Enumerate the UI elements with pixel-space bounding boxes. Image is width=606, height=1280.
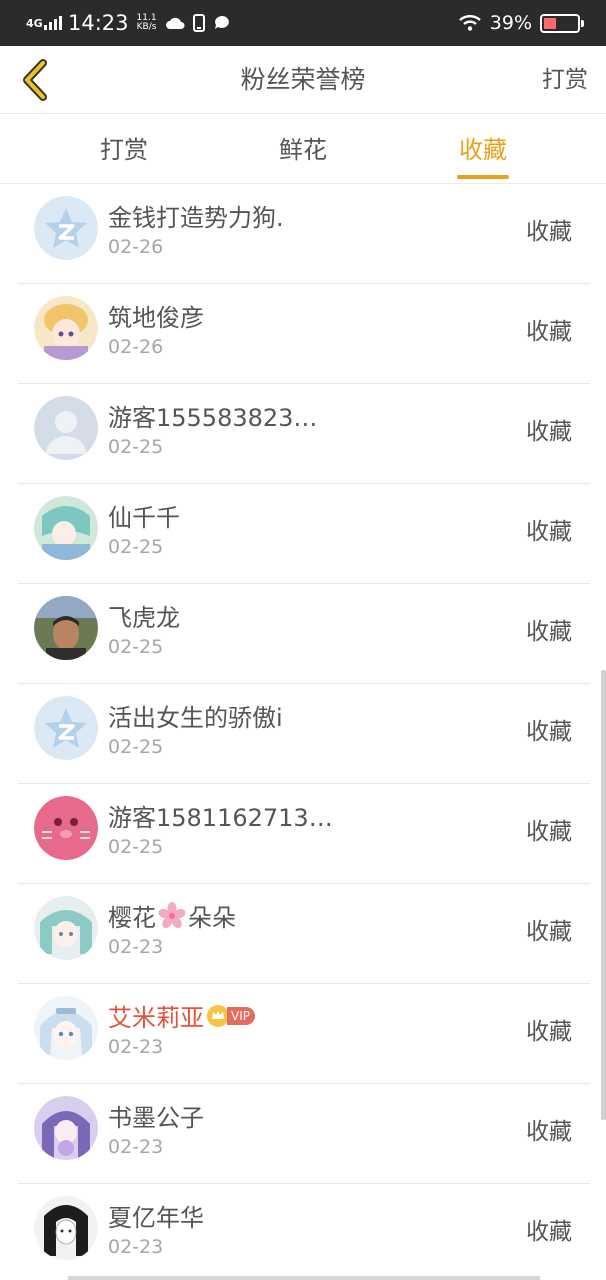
date: 02-23: [108, 1236, 164, 1258]
user-name-text: 艾米莉亚: [108, 1004, 204, 1032]
back-button[interactable]: [14, 56, 54, 104]
user-name: 书墨公子: [108, 1104, 204, 1132]
tab-flowers[interactable]: 鲜花: [243, 114, 363, 184]
list-item[interactable]: 飞虎龙 02-25 收藏: [0, 584, 606, 684]
date: 02-26: [108, 236, 164, 258]
clock: 14:23: [68, 11, 129, 35]
reward-button[interactable]: 打赏: [542, 46, 588, 114]
tab-favorites[interactable]: 收藏: [423, 114, 543, 184]
date: 02-23: [108, 1136, 164, 1158]
avatar[interactable]: [34, 196, 98, 260]
network-type: 4G: [26, 16, 43, 30]
date: 02-23: [108, 936, 164, 958]
action-label: 收藏: [526, 719, 572, 745]
list-item[interactable]: 筑地俊彦 02-26 收藏: [0, 284, 606, 384]
action-label: 收藏: [526, 319, 572, 345]
list-item[interactable]: 游客155583823… 02-25 收藏: [0, 384, 606, 484]
avatar[interactable]: [34, 696, 98, 760]
user-name-suffix: 朵朵: [188, 904, 236, 932]
battery-percent: 39%: [489, 12, 532, 34]
avatar[interactable]: [34, 596, 98, 660]
cloud-icon: [165, 16, 185, 30]
user-name: 仙千千: [108, 504, 180, 532]
list-item[interactable]: 艾米莉亚 VIP 02-23 收藏: [0, 984, 606, 1084]
wifi-icon: [458, 14, 482, 32]
list-item[interactable]: 活出女生的骄傲i 02-25 收藏: [0, 684, 606, 784]
user-name: 飞虎龙: [108, 604, 180, 632]
action-label: 收藏: [526, 619, 572, 645]
avatar[interactable]: [34, 496, 98, 560]
date: 02-23: [108, 1036, 164, 1058]
speed-unit: KB/s: [136, 22, 157, 32]
avatar[interactable]: [34, 396, 98, 460]
avatar[interactable]: [34, 296, 98, 360]
action-label: 收藏: [526, 1019, 572, 1045]
avatar[interactable]: [34, 796, 98, 860]
user-name: 樱花 朵朵: [108, 898, 236, 933]
action-label: 收藏: [526, 819, 572, 845]
action-label: 收藏: [526, 419, 572, 445]
phone-icon: [192, 14, 205, 32]
battery-icon: [540, 13, 584, 33]
scrollbar[interactable]: [601, 670, 606, 1120]
list-item[interactable]: 金钱打造势力狗. 02-26 收藏: [0, 184, 606, 284]
date: 02-25: [108, 836, 164, 858]
action-label: 收藏: [526, 919, 572, 945]
avatar[interactable]: [34, 896, 98, 960]
user-name: 夏亿年华: [108, 1204, 204, 1232]
date: 02-25: [108, 436, 164, 458]
list-item[interactable]: 书墨公子 02-23 收藏: [0, 1084, 606, 1184]
app-header: 粉丝荣誉榜 打赏: [0, 46, 606, 114]
page-title: 粉丝荣誉榜: [240, 65, 366, 94]
date: 02-25: [108, 636, 164, 658]
avatar[interactable]: [34, 1096, 98, 1160]
status-bar: 4G 14:23 11.1 KB/s 39%: [0, 0, 606, 46]
date: 02-26: [108, 336, 164, 358]
user-name: 游客155583823…: [108, 404, 318, 432]
user-name: 金钱打造势力狗.: [108, 204, 284, 232]
battery-fill: [544, 17, 557, 29]
signal-icon: [44, 16, 62, 30]
user-name: 筑地俊彦: [108, 304, 204, 332]
chevron-left-icon: [23, 59, 47, 101]
action-label: 收藏: [526, 519, 572, 545]
network-speed: 11.1 KB/s: [137, 14, 157, 32]
user-name: 游客1581162713…: [108, 804, 333, 832]
tab-reward[interactable]: 打赏: [64, 114, 184, 184]
user-name: 活出女生的骄傲i: [108, 704, 283, 732]
list-item[interactable]: 游客1581162713… 02-25 收藏: [0, 784, 606, 884]
vip-label: VIP: [227, 1006, 255, 1025]
cherry-blossom-icon: [158, 901, 186, 928]
action-label: 收藏: [526, 219, 572, 245]
list-item[interactable]: 仙千千 02-25 收藏: [0, 484, 606, 584]
date: 02-25: [108, 736, 164, 758]
fan-list: 金钱打造势力狗. 02-26 收藏 筑地俊彦 02-26 收藏 游客155583…: [0, 184, 606, 1280]
action-label: 收藏: [526, 1219, 572, 1245]
avatar[interactable]: [34, 996, 98, 1060]
date: 02-25: [108, 536, 164, 558]
action-label: 收藏: [526, 1119, 572, 1145]
vip-badge: VIP: [206, 1004, 255, 1028]
user-name: 艾米莉亚 VIP: [108, 998, 255, 1033]
tab-bar: 打赏 鲜花 收藏: [0, 114, 606, 184]
user-name-text: 樱花: [108, 904, 156, 932]
list-item[interactable]: 夏亿年华 02-23 收藏: [0, 1184, 606, 1280]
chat-bubble-icon: [213, 14, 231, 32]
list-item[interactable]: 樱花 朵朵 02-23 收藏: [0, 884, 606, 984]
bottom-edge: [68, 1276, 540, 1280]
avatar[interactable]: [34, 1196, 98, 1260]
